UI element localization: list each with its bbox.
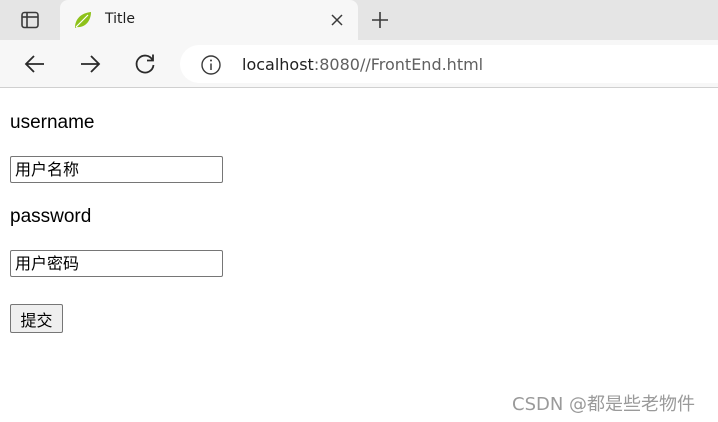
- reload-button[interactable]: [129, 50, 161, 78]
- url-path: :8080//FrontEnd.html: [313, 55, 484, 74]
- password-input[interactable]: 用户密码: [10, 250, 223, 277]
- browser-tab[interactable]: Title: [60, 0, 358, 40]
- username-input[interactable]: 用户名称: [10, 156, 223, 183]
- info-icon[interactable]: [200, 54, 222, 76]
- csdn-watermark: CSDN @都是些老物件: [512, 394, 696, 415]
- browser-toolbar: localhost:8080//FrontEnd.html: [0, 40, 718, 88]
- address-bar[interactable]: localhost:8080//FrontEnd.html: [180, 45, 718, 83]
- tab-close-button[interactable]: [326, 9, 348, 31]
- tab-actions-button[interactable]: [10, 6, 50, 34]
- submit-button[interactable]: 提交: [10, 304, 63, 333]
- reload-icon: [135, 54, 155, 74]
- password-label: password: [10, 206, 92, 227]
- tab-actions-icon: [21, 11, 39, 29]
- url-host: localhost: [242, 55, 314, 74]
- plus-icon: [372, 12, 388, 28]
- spring-leaf-icon: [75, 12, 91, 28]
- arrow-right-icon: [81, 55, 101, 73]
- username-label: username: [10, 112, 95, 133]
- forward-button[interactable]: [74, 50, 106, 78]
- tab-title: Title: [105, 11, 136, 27]
- back-button[interactable]: [19, 50, 51, 78]
- close-icon: [331, 14, 343, 26]
- new-tab-button[interactable]: [366, 7, 394, 33]
- arrow-left-icon: [24, 55, 44, 73]
- page-content: username 用户名称 password 用户密码 提交 CSDN @都是些…: [0, 89, 718, 422]
- browser-tabstrip: Title: [0, 0, 718, 40]
- address-url[interactable]: localhost:8080//FrontEnd.html: [242, 55, 483, 74]
